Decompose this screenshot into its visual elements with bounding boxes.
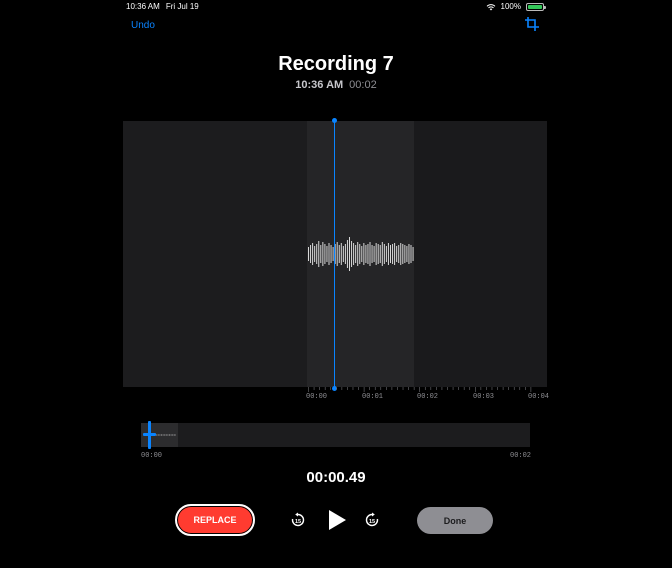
overview-start-label: 00:00 bbox=[141, 452, 163, 460]
tick-label: 00:02 bbox=[417, 393, 439, 401]
waveform-bar bbox=[410, 245, 412, 263]
waveform-bar bbox=[320, 245, 322, 263]
waveform-editor[interactable] bbox=[123, 121, 547, 387]
waveform-bar bbox=[310, 245, 312, 263]
recording-title: Recording 7 bbox=[278, 53, 394, 75]
svg-text:15: 15 bbox=[295, 519, 301, 525]
waveform-bar bbox=[322, 242, 324, 266]
waveform-bar bbox=[318, 241, 320, 267]
waveform-bar bbox=[314, 246, 316, 262]
wifi-icon bbox=[486, 3, 495, 10]
waveform-bar bbox=[342, 246, 344, 262]
overview-scrubber[interactable] bbox=[141, 423, 530, 447]
waveform-bar bbox=[340, 243, 342, 265]
waveform-bar bbox=[346, 240, 348, 268]
svg-text:15: 15 bbox=[369, 519, 375, 525]
tick-label: 00:04 bbox=[528, 393, 550, 401]
waveform-bar bbox=[324, 244, 326, 264]
waveform-bar bbox=[381, 242, 383, 266]
waveform-bar bbox=[400, 243, 402, 265]
waveform-bar bbox=[357, 242, 359, 266]
waveform-bar bbox=[330, 245, 332, 263]
playhead[interactable] bbox=[332, 118, 337, 391]
crop-button[interactable] bbox=[524, 16, 540, 32]
done-button[interactable]: Done bbox=[417, 507, 493, 534]
battery-percent: 100% bbox=[500, 2, 521, 11]
recording-time: 10:36 AM bbox=[295, 79, 344, 91]
waveform-bar bbox=[365, 245, 367, 263]
crop-icon bbox=[525, 17, 539, 31]
waveform-bar bbox=[396, 246, 398, 262]
skip-forward-button[interactable]: 15 bbox=[364, 512, 380, 528]
waveform-bar bbox=[394, 243, 396, 265]
waveform-bar bbox=[390, 245, 391, 263]
waveform-bar bbox=[363, 243, 365, 265]
waveform-bar bbox=[402, 244, 404, 264]
waveform-bars bbox=[308, 237, 414, 271]
playback-timer: 00:00.49 bbox=[306, 469, 366, 486]
overview-end-label: 00:02 bbox=[510, 452, 532, 460]
skip-back-15-icon: 15 bbox=[291, 512, 305, 527]
tick-label: 00:01 bbox=[362, 393, 384, 401]
waveform-bar bbox=[383, 244, 385, 264]
battery-level bbox=[528, 4, 542, 9]
recording-duration: 00:02 bbox=[349, 79, 377, 91]
status-date: Fri Jul 19 bbox=[165, 2, 199, 11]
battery-icon bbox=[526, 2, 546, 11]
waveform-bar bbox=[361, 246, 363, 262]
waveform-bar bbox=[385, 246, 387, 262]
tick-label: 00:00 bbox=[306, 393, 328, 401]
undo-button[interactable]: Undo bbox=[131, 20, 155, 31]
replace-button[interactable]: REPLACE bbox=[175, 504, 255, 536]
status-bar-right: 100% bbox=[486, 2, 546, 11]
waveform-bar bbox=[406, 246, 408, 262]
waveform-bar bbox=[412, 247, 414, 261]
waveform-bar bbox=[375, 243, 377, 265]
waveform-bar bbox=[351, 241, 353, 267]
waveform-bar bbox=[326, 246, 328, 262]
status-time: 10:36 AM bbox=[126, 2, 160, 11]
waveform-bar bbox=[373, 246, 375, 262]
waveform-bar bbox=[379, 245, 381, 263]
waveform-bar bbox=[349, 237, 350, 271]
tick-label: 00:03 bbox=[473, 393, 495, 401]
waveform-bar bbox=[371, 245, 373, 263]
waveform-empty-region bbox=[414, 121, 547, 387]
skip-forward-15-icon: 15 bbox=[365, 512, 379, 527]
waveform-bar bbox=[398, 245, 400, 263]
waveform-bar bbox=[316, 244, 318, 264]
waveform-bar bbox=[328, 243, 330, 265]
waveform-bar bbox=[312, 243, 314, 265]
waveform-bar bbox=[369, 242, 371, 266]
waveform-bar bbox=[404, 245, 406, 263]
waveform-bar bbox=[344, 244, 346, 264]
waveform-bar bbox=[387, 243, 389, 265]
skip-back-button[interactable]: 15 bbox=[290, 512, 306, 528]
play-icon bbox=[329, 510, 346, 530]
waveform-bar bbox=[308, 247, 309, 261]
waveform-bar bbox=[355, 245, 357, 263]
waveform-bar bbox=[377, 244, 379, 264]
waveform-bar bbox=[367, 244, 369, 264]
waveform-bar bbox=[353, 243, 355, 265]
recording-meta: 10:36 AM 00:02 bbox=[0, 79, 672, 91]
waveform-bar bbox=[338, 245, 340, 263]
status-bar-left: 10:36 AM Fri Jul 19 bbox=[126, 2, 199, 11]
waveform-bar bbox=[336, 242, 338, 266]
playhead-top-handle[interactable] bbox=[332, 118, 337, 123]
play-button[interactable] bbox=[326, 508, 348, 532]
waveform-bar bbox=[392, 244, 394, 264]
overview-playhead-knob[interactable] bbox=[143, 433, 156, 436]
waveform-bar bbox=[408, 244, 410, 264]
waveform-bar bbox=[359, 244, 361, 264]
